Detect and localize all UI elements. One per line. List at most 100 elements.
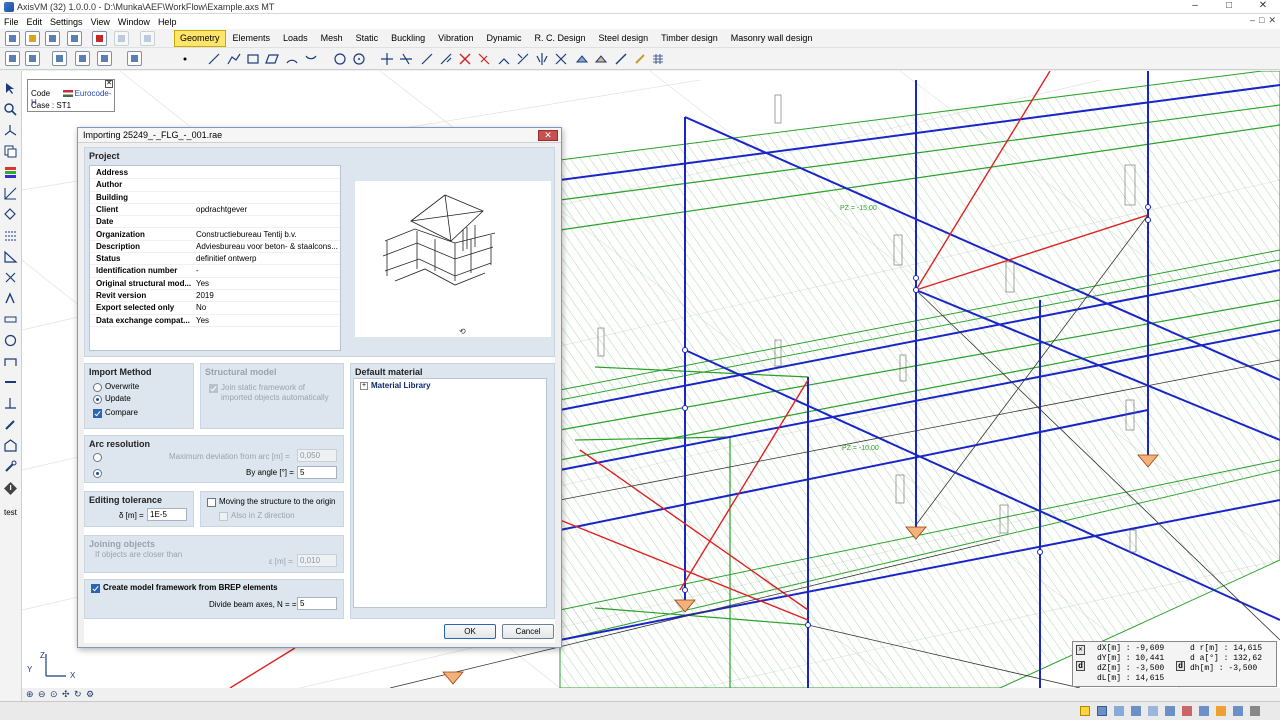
grid-icon[interactable]	[651, 52, 665, 66]
case-value[interactable]: ST1	[56, 101, 71, 110]
status-sym-icon[interactable]	[1165, 706, 1175, 716]
dimension-icon[interactable]	[3, 186, 18, 201]
max-deviation-radio[interactable]	[93, 453, 102, 462]
code-panel-close-button[interactable]: ✕	[105, 80, 113, 88]
table-icon[interactable]	[52, 51, 67, 66]
section-icon[interactable]	[3, 354, 18, 369]
table-row[interactable]: Revit version 2019	[90, 290, 340, 303]
status-settings-icon[interactable]	[1250, 706, 1260, 716]
zoom-out-icon[interactable]: ⊖	[38, 689, 48, 699]
tab-elements[interactable]: Elements	[227, 30, 277, 47]
preview-refresh-icon[interactable]: ⟲	[459, 327, 466, 336]
check-geometry-icon[interactable]	[554, 52, 568, 66]
tab-static[interactable]: Static	[350, 30, 385, 47]
close-window-button[interactable]: ✕	[1246, 0, 1280, 14]
by-angle-radio[interactable]	[93, 469, 102, 478]
join-static-checkbox[interactable]	[209, 384, 218, 393]
remove-surface-icon[interactable]	[614, 52, 628, 66]
menu-window[interactable]: Window	[114, 17, 154, 27]
mdi-restore-button[interactable]: □	[1259, 15, 1264, 26]
join-icon[interactable]	[497, 52, 511, 66]
tab-loads[interactable]: Loads	[277, 30, 314, 47]
table-row[interactable]: Organization Constructiebureau Tentij b.v…	[90, 229, 340, 241]
rotate-view-icon[interactable]: ↻	[74, 689, 84, 699]
table-row[interactable]: Author	[90, 179, 340, 192]
status-snap-icon[interactable]	[1114, 706, 1124, 716]
status-info-icon[interactable]	[1233, 706, 1243, 716]
table-row[interactable]: Status definitief ontwerp	[90, 253, 340, 266]
table-row[interactable]: Client opdrachtgever	[90, 204, 340, 217]
layers-color-icon[interactable]	[3, 165, 18, 180]
copy-icon[interactable]	[3, 144, 18, 159]
grid-snap-icon[interactable]	[3, 228, 18, 243]
by-angle-input[interactable]: 5	[297, 466, 337, 479]
table-row[interactable]: Original structural mod... Yes	[90, 278, 340, 290]
minimize-button[interactable]: –	[1178, 0, 1212, 14]
divide-beam-input[interactable]: 5	[297, 597, 337, 610]
surface2-icon[interactable]	[594, 52, 608, 66]
move-origin-checkbox[interactable]	[207, 498, 216, 507]
dialog-title-bar[interactable]: Importing 25249_-_FLG_-_001.rae ✕	[78, 128, 561, 143]
layers-dropdown-icon[interactable]	[97, 51, 112, 66]
circle-icon[interactable]	[333, 52, 347, 66]
table-row[interactable]: Description Adviesbureau voor beton- & st…	[90, 241, 340, 254]
building-icon[interactable]	[3, 438, 18, 453]
tab-vibration[interactable]: Vibration	[432, 30, 479, 47]
pan-icon[interactable]: ✣	[62, 689, 72, 699]
tab-rc-design[interactable]: R. C. Design	[529, 30, 592, 47]
arc-icon[interactable]	[285, 52, 299, 66]
also-z-checkbox[interactable]	[219, 512, 228, 521]
label-icon[interactable]	[3, 291, 18, 306]
arc2-icon[interactable]	[304, 52, 318, 66]
line-icon[interactable]	[207, 52, 221, 66]
tab-masonry-wall-design[interactable]: Masonry wall design	[725, 30, 819, 47]
open-file-icon[interactable]	[25, 31, 40, 46]
skew-rectangle-icon[interactable]	[265, 52, 279, 66]
polyline-icon[interactable]	[227, 52, 241, 66]
menu-edit[interactable]: Edit	[23, 17, 47, 27]
status-view-icon[interactable]	[1148, 706, 1158, 716]
ruler-icon[interactable]	[3, 312, 18, 327]
divide-icon[interactable]	[420, 52, 434, 66]
undo-icon[interactable]	[114, 31, 129, 46]
zoom-fit-icon[interactable]: ⊙	[50, 689, 60, 699]
print-icon[interactable]	[67, 31, 82, 46]
tab-timber-design[interactable]: Timber design	[655, 30, 724, 47]
node-icon[interactable]	[178, 52, 192, 66]
update-radio[interactable]	[93, 395, 102, 404]
table-row[interactable]: Export selected only No	[90, 302, 340, 315]
table-row[interactable]: Address	[90, 167, 340, 180]
extend-icon[interactable]	[439, 52, 453, 66]
brush-icon[interactable]	[633, 52, 647, 66]
mdi-close-button[interactable]: ✕	[1268, 15, 1276, 26]
delete-x-icon[interactable]	[458, 52, 472, 66]
tab-geometry[interactable]: Geometry	[174, 30, 226, 47]
coords-polar-marker[interactable]: d	[1176, 661, 1185, 671]
wrench-icon[interactable]	[3, 459, 18, 474]
pencil-icon[interactable]	[3, 417, 18, 432]
layer-icon[interactable]	[5, 51, 20, 66]
menu-file[interactable]: File	[0, 17, 23, 27]
material-tree[interactable]: + Material Library	[353, 378, 547, 608]
table-row[interactable]: Identification number -	[90, 265, 340, 278]
material-library-item[interactable]: Material Library	[371, 381, 431, 390]
maximize-button[interactable]: □	[1212, 0, 1246, 14]
max-deviation-input[interactable]: 0,050	[297, 449, 337, 462]
tab-buckling[interactable]: Buckling	[385, 30, 431, 47]
tab-steel-design[interactable]: Steel design	[593, 30, 655, 47]
expand-tree-icon[interactable]: +	[360, 382, 368, 390]
cancel-button[interactable]: Cancel	[502, 624, 554, 639]
status-render-icon[interactable]	[1216, 706, 1226, 716]
mirror-icon[interactable]	[535, 52, 549, 66]
intersect-icon[interactable]	[380, 52, 394, 66]
coords-relative-marker[interactable]: d	[1076, 661, 1085, 671]
tab-mesh[interactable]: Mesh	[315, 30, 349, 47]
redo-icon[interactable]	[140, 31, 155, 46]
workplane-icon[interactable]	[3, 396, 18, 411]
save-icon[interactable]	[45, 31, 60, 46]
zoom-in-icon[interactable]: ⊕	[26, 689, 36, 699]
view-options-icon[interactable]: ⚙	[86, 689, 96, 699]
ok-button[interactable]: OK	[444, 624, 496, 639]
trim-icon[interactable]	[477, 52, 491, 66]
node-move-icon[interactable]	[3, 207, 18, 222]
